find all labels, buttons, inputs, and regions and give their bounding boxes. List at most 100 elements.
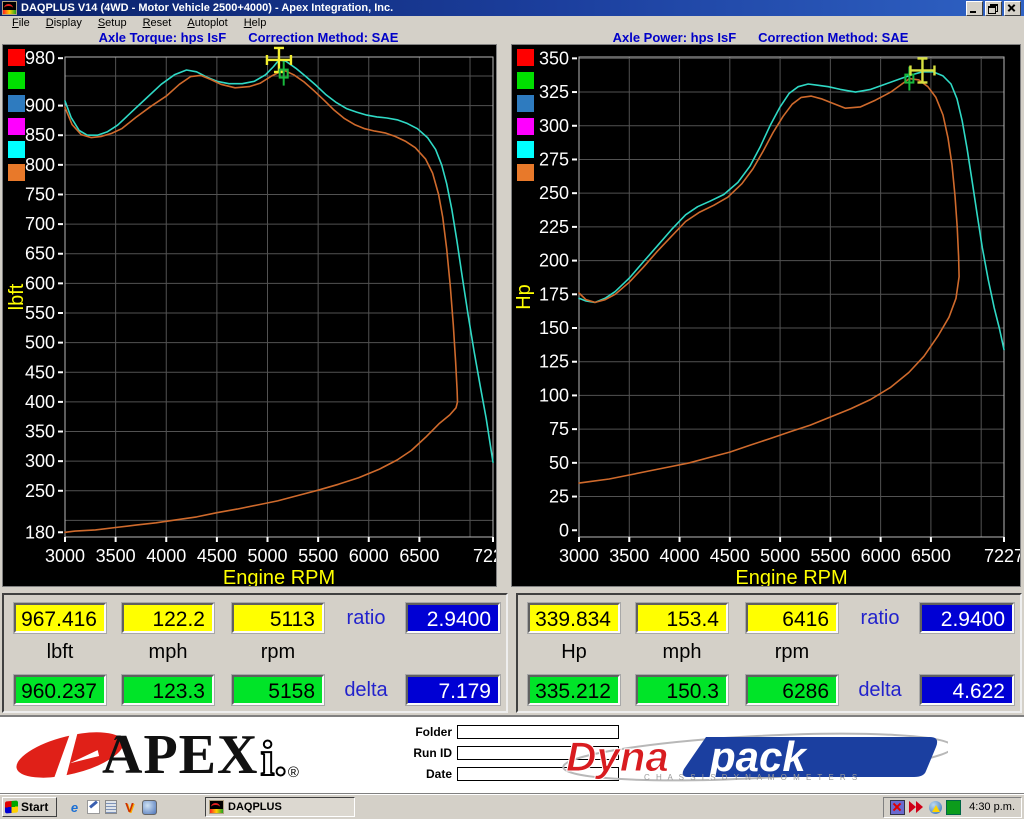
x-tick-label: 4500 bbox=[710, 546, 750, 566]
power-chart-title: Axle Power: hps IsF bbox=[613, 30, 737, 45]
x-tick-label: 4000 bbox=[146, 546, 186, 566]
minimize-button[interactable] bbox=[966, 1, 983, 16]
legend-swatch-6[interactable] bbox=[517, 164, 534, 181]
start-button[interactable]: Start bbox=[2, 797, 57, 817]
y-tick-label: 500 bbox=[25, 333, 55, 353]
x-tick-label: 5500 bbox=[298, 546, 338, 566]
power-chart-legend bbox=[517, 49, 534, 181]
menu-item-setup[interactable]: Setup bbox=[90, 17, 135, 29]
torque-unit-label: lbft bbox=[14, 641, 106, 664]
window-title: DAQPLUS V14 (4WD - Motor Vehicle 2500+40… bbox=[21, 2, 962, 14]
x-axis-title: Engine RPM bbox=[735, 567, 847, 586]
menu-item-file[interactable]: File bbox=[4, 17, 38, 29]
legend-swatch-3[interactable] bbox=[517, 95, 534, 112]
taskbar-daqplus-button[interactable]: DAQPLUS bbox=[205, 797, 355, 817]
y-axis-title: lbft bbox=[6, 283, 28, 310]
date-label: Date bbox=[360, 767, 452, 781]
x-tick-label: 6500 bbox=[911, 546, 951, 566]
legend-swatch-4[interactable] bbox=[517, 118, 534, 135]
marker-torque-rpm: 5158 bbox=[232, 675, 324, 705]
x-tick-label: 7227 bbox=[984, 546, 1020, 566]
close-button[interactable] bbox=[1004, 1, 1021, 16]
folder-label: Folder bbox=[360, 725, 452, 739]
y-tick-label: 350 bbox=[539, 48, 569, 68]
power-correction-method: Correction Method: SAE bbox=[758, 30, 908, 45]
network-error-icon[interactable] bbox=[890, 800, 905, 815]
y-tick-label: 25 bbox=[549, 487, 569, 507]
plot-border bbox=[579, 57, 1004, 537]
winamp-icon[interactable]: V bbox=[122, 800, 137, 815]
ie-icon[interactable]: e bbox=[67, 800, 82, 815]
y-tick-label: 850 bbox=[25, 125, 55, 145]
y-tick-label: 800 bbox=[25, 155, 55, 175]
x-tick-label: 3500 bbox=[96, 546, 136, 566]
y-tick-label: 250 bbox=[539, 183, 569, 203]
legend-swatch-5[interactable] bbox=[517, 141, 534, 158]
fast-forward-icon[interactable] bbox=[909, 801, 925, 813]
quick-launch-bar: eV bbox=[67, 800, 157, 815]
apex-accent: ´ bbox=[112, 719, 123, 775]
y-tick-label: 650 bbox=[25, 244, 55, 264]
y-tick-label: 0 bbox=[559, 520, 569, 540]
y-tick-label: 980 bbox=[25, 48, 55, 68]
peak-power-mph: 153.4 bbox=[636, 603, 728, 633]
menu-item-autoplot[interactable]: Autoplot bbox=[179, 17, 235, 29]
y-tick-label: 100 bbox=[539, 385, 569, 405]
legend-swatch-1[interactable] bbox=[517, 49, 534, 66]
update-alert-icon[interactable] bbox=[929, 801, 942, 814]
y-tick-label: 400 bbox=[25, 392, 55, 412]
torque-chart-title: Axle Torque: hps IsF bbox=[99, 30, 227, 45]
peak-power-value: 339.834 bbox=[528, 603, 620, 633]
mph-unit-label: mph bbox=[122, 641, 214, 664]
document-icon[interactable] bbox=[105, 800, 117, 814]
apex-logo: ´ APEX i. ® bbox=[10, 723, 299, 783]
menu-item-help[interactable]: Help bbox=[236, 17, 275, 29]
y-tick-label: 250 bbox=[25, 481, 55, 501]
y-tick-label: 350 bbox=[25, 422, 55, 442]
task-button-label: DAQPLUS bbox=[228, 801, 282, 813]
marker-torque-mph: 123.3 bbox=[122, 675, 214, 705]
taskbar: Start eV DAQPLUS 4:30 p.m. bbox=[0, 794, 1024, 819]
x-tick-label: 7227 bbox=[473, 546, 496, 566]
legend-swatch-2[interactable] bbox=[8, 72, 25, 89]
chart-header-strip: Axle Torque: hps IsF Correction Method: … bbox=[0, 30, 1024, 44]
torque-chart-legend bbox=[8, 49, 25, 181]
torque-chart-plot[interactable]: 9809008508007507006506005505004504003503… bbox=[3, 45, 496, 586]
readouts-area: 967.416 122.2 5113 ratio 2.9400 lbft mph… bbox=[0, 591, 1024, 715]
y-tick-label: 50 bbox=[549, 453, 569, 473]
y-tick-label: 450 bbox=[25, 362, 55, 382]
torque-correction-method: Correction Method: SAE bbox=[248, 30, 398, 45]
legend-swatch-1[interactable] bbox=[8, 49, 25, 66]
x-tick-label: 3000 bbox=[45, 546, 85, 566]
menu-item-display[interactable]: Display bbox=[38, 17, 90, 29]
torque-readout-panel: 967.416 122.2 5113 ratio 2.9400 lbft mph… bbox=[2, 593, 508, 713]
y-tick-label: 900 bbox=[25, 96, 55, 116]
status-square-icon[interactable] bbox=[946, 800, 961, 815]
legend-swatch-4[interactable] bbox=[8, 118, 25, 135]
delta-label: delta bbox=[846, 679, 914, 702]
power-chart-panel: 3503253002752502252001751501251007550250… bbox=[511, 44, 1021, 587]
compose-icon[interactable] bbox=[87, 800, 100, 814]
menu-item-reset[interactable]: Reset bbox=[135, 17, 180, 29]
legend-swatch-5[interactable] bbox=[8, 141, 25, 158]
legend-swatch-2[interactable] bbox=[517, 72, 534, 89]
dynapack-logo: Dyna pack C H A S S I S D Y N A M O M E … bbox=[548, 731, 948, 788]
power-unit-label: Hp bbox=[528, 641, 620, 664]
title-bar: DAQPLUS V14 (4WD - Motor Vehicle 2500+40… bbox=[0, 0, 1024, 16]
rpm-unit-label: rpm bbox=[746, 641, 838, 664]
power-chart-plot[interactable]: 3503253002752502252001751501251007550250… bbox=[512, 45, 1020, 586]
plot-border bbox=[65, 57, 493, 537]
taskbar-clock: 4:30 p.m. bbox=[965, 801, 1015, 813]
x-tick-label: 6000 bbox=[349, 546, 389, 566]
apex-i-figure: i. bbox=[260, 733, 286, 783]
series-run-2-orange bbox=[65, 70, 458, 532]
restore-button[interactable] bbox=[985, 1, 1002, 16]
legend-swatch-3[interactable] bbox=[8, 95, 25, 112]
marker-power-value: 335.212 bbox=[528, 675, 620, 705]
x-tick-label: 6000 bbox=[861, 546, 901, 566]
rpm-unit-label: rpm bbox=[232, 641, 324, 664]
ratio-label: ratio bbox=[846, 607, 914, 630]
legend-swatch-6[interactable] bbox=[8, 164, 25, 181]
messenger-icon[interactable] bbox=[142, 800, 157, 815]
mph-unit-label: mph bbox=[636, 641, 728, 664]
